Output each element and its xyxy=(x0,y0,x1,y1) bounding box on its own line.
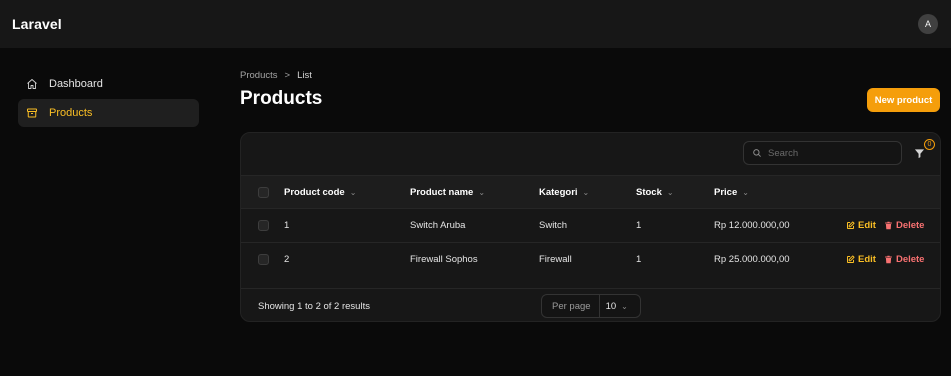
price-cell: Rp 12.000.000,00 xyxy=(714,220,790,231)
delete-label: Delete xyxy=(895,220,925,231)
app-brand[interactable]: Laravel xyxy=(12,16,62,32)
table-row: 2 Firewall Sophos Firewall 1 Rp 25.000.0… xyxy=(241,242,940,276)
column-header-kategori[interactable]: Kategori ⌄ xyxy=(539,176,589,208)
table-header-row: Product code ⌄ Product name ⌄ Kategori ⌄ St… xyxy=(241,175,940,208)
chevron-down-icon: ⌄ xyxy=(349,187,357,197)
new-product-button[interactable]: New product xyxy=(867,88,940,112)
table-footer: Showing 1 to 2 of 2 results Per page 10 … xyxy=(241,288,940,321)
edit-label: Edit xyxy=(858,254,876,265)
edit-button[interactable]: Edit xyxy=(846,220,876,231)
column-header-label: Product name xyxy=(410,186,474,198)
column-header-label: Price xyxy=(714,186,738,198)
chevron-down-icon: ⌄ xyxy=(478,187,486,197)
price-cell: Rp 25.000.000,00 xyxy=(714,254,790,265)
select-all-checkbox[interactable] xyxy=(258,186,269,198)
row-select-cell xyxy=(258,209,269,242)
row-checkbox[interactable] xyxy=(258,254,269,265)
chevron-down-icon: ⌄ xyxy=(742,187,749,197)
row-checkbox[interactable] xyxy=(258,220,269,231)
trash-icon xyxy=(885,255,892,264)
category-cell: Firewall xyxy=(539,254,572,265)
home-icon xyxy=(27,79,37,89)
column-header-label: Stock xyxy=(636,186,662,198)
delete-button[interactable]: Delete xyxy=(884,220,925,231)
delete-button[interactable]: Delete xyxy=(884,254,925,265)
product-name-cell: Switch Aruba xyxy=(410,220,466,231)
breadcrumb-separator: > xyxy=(284,70,291,81)
archive-box-icon xyxy=(27,108,37,118)
table-toolbar: 0 xyxy=(241,133,940,175)
pencil-square-icon xyxy=(847,255,855,263)
filter-icon xyxy=(914,149,925,159)
row-select-cell xyxy=(258,243,269,276)
table-row: 1 Switch Aruba Switch 1 Rp 12.000.000,00… xyxy=(241,208,940,242)
search-input[interactable] xyxy=(768,147,888,159)
per-page-select[interactable]: Per page 10 ⌄ xyxy=(541,294,641,318)
products-table: Product code ⌄ Product name ⌄ Kategori ⌄ St… xyxy=(241,175,940,276)
product-code-cell: 2 xyxy=(284,254,290,265)
top-bar: Laravel A xyxy=(0,0,951,48)
breadcrumb: Products > List xyxy=(240,70,312,81)
breadcrumb-item-list: List xyxy=(297,70,312,81)
select-all-cell xyxy=(258,176,269,208)
sidebar-item-label: Dashboard xyxy=(49,78,103,90)
breadcrumb-item-products[interactable]: Products xyxy=(240,70,278,81)
sidebar: Dashboard Products xyxy=(18,70,199,128)
edit-button[interactable]: Edit xyxy=(846,254,876,265)
per-page-value-wrap: 10 ⌄ xyxy=(600,301,628,312)
chevron-down-icon: ⌄ xyxy=(582,187,590,197)
chevron-down-icon: ⌄ xyxy=(621,301,628,311)
pencil-square-icon xyxy=(847,221,855,229)
per-page-value: 10 xyxy=(605,300,617,312)
product-name-cell: Firewall Sophos xyxy=(410,254,478,265)
chevron-down-icon: ⌄ xyxy=(666,187,674,197)
page-title: Products xyxy=(240,88,323,109)
trash-icon xyxy=(885,221,892,230)
search-icon xyxy=(753,149,761,157)
column-header-product-code[interactable]: Product code ⌄ xyxy=(284,176,356,208)
sidebar-item-label: Products xyxy=(49,107,93,119)
category-cell: Switch xyxy=(539,220,567,231)
product-code-cell: 1 xyxy=(284,220,290,231)
column-header-stock[interactable]: Stock ⌄ xyxy=(636,176,674,208)
column-header-label: Product code xyxy=(284,186,345,198)
edit-label: Edit xyxy=(858,220,876,231)
filter-count-badge: 0 xyxy=(924,139,935,150)
user-avatar[interactable]: A xyxy=(918,14,938,34)
per-page-label: Per page xyxy=(542,295,600,317)
column-header-price[interactable]: Price ⌄ xyxy=(714,176,749,208)
filter-button[interactable]: 0 xyxy=(911,139,935,165)
sidebar-item-dashboard[interactable]: Dashboard xyxy=(18,70,199,98)
sidebar-item-products[interactable]: Products xyxy=(18,99,199,127)
stock-cell: 1 xyxy=(636,254,642,265)
column-header-product-name[interactable]: Product name ⌄ xyxy=(410,176,485,208)
products-table-card: 0 Product code ⌄ Product name ⌄ Kategori ⌄ … xyxy=(240,132,941,322)
pagination-summary: Showing 1 to 2 of 2 results xyxy=(258,301,370,312)
column-header-label: Kategori xyxy=(539,186,578,198)
search-box[interactable] xyxy=(743,141,902,165)
stock-cell: 1 xyxy=(636,220,642,231)
row-actions: Edit Delete xyxy=(846,243,924,276)
row-actions: Edit Delete xyxy=(846,209,924,242)
delete-label: Delete xyxy=(895,254,925,265)
